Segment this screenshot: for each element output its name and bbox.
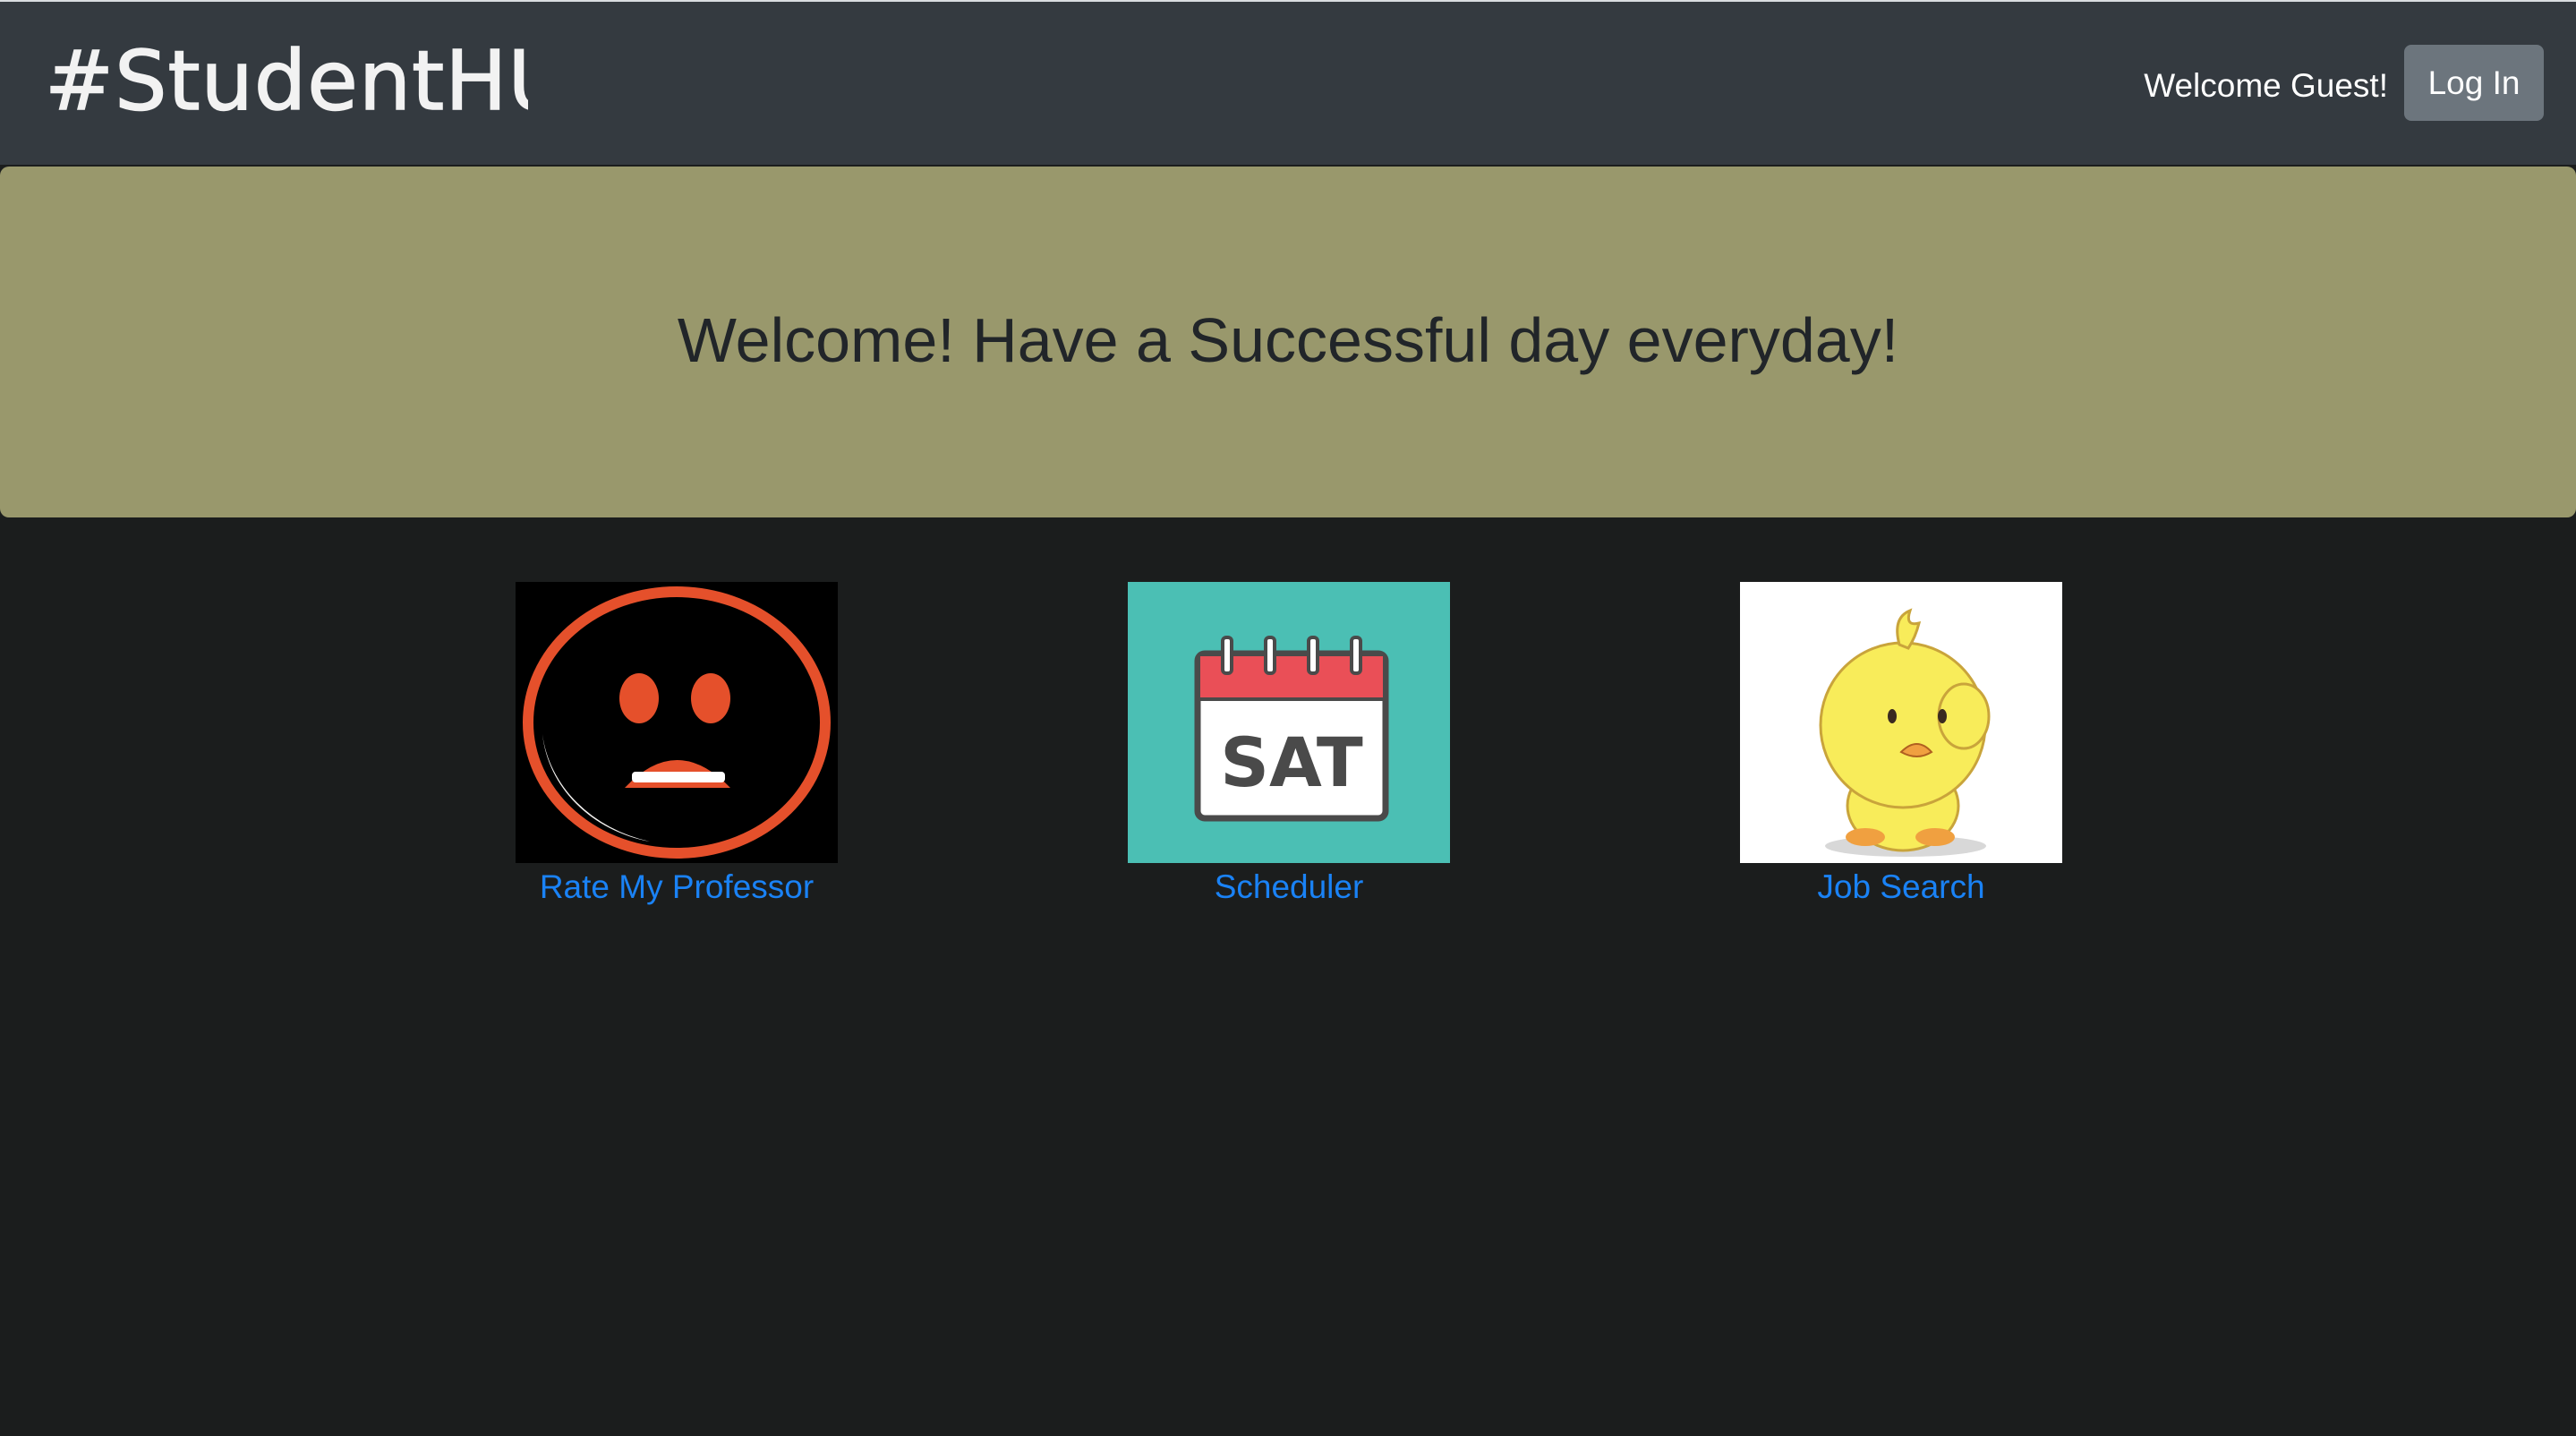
yellow-chick-icon[interactable]: [1740, 582, 2062, 863]
brand-text: #StudentHUB: [45, 33, 528, 129]
calendar-sat-text: SAT: [1220, 722, 1363, 802]
frowning-face-icon[interactable]: [516, 582, 838, 863]
tile-scheduler: SAT Scheduler: [1128, 582, 1450, 906]
brand-logo[interactable]: #StudentHUB: [44, 30, 626, 130]
tile-job-search: Job Search: [1740, 582, 2062, 906]
welcome-guest-text: Welcome Guest!: [2144, 67, 2388, 104]
tile-rate-my-professor: Rate My Professor: [516, 582, 838, 906]
rate-my-professor-link[interactable]: Rate My Professor: [540, 868, 814, 906]
calendar-sat-icon[interactable]: SAT: [1128, 582, 1450, 863]
job-search-link[interactable]: Job Search: [1817, 868, 1984, 906]
hero-banner: Welcome! Have a Successful day everyday!: [0, 167, 2576, 517]
navbar: #StudentHUB Welcome Guest! Log In: [0, 0, 2576, 165]
login-button[interactable]: Log In: [2404, 45, 2544, 121]
scheduler-link[interactable]: Scheduler: [1215, 868, 1364, 906]
brand-logo-graphic: #StudentHUB: [44, 32, 626, 130]
hero-heading: Welcome! Have a Successful day everyday!: [677, 305, 1899, 375]
